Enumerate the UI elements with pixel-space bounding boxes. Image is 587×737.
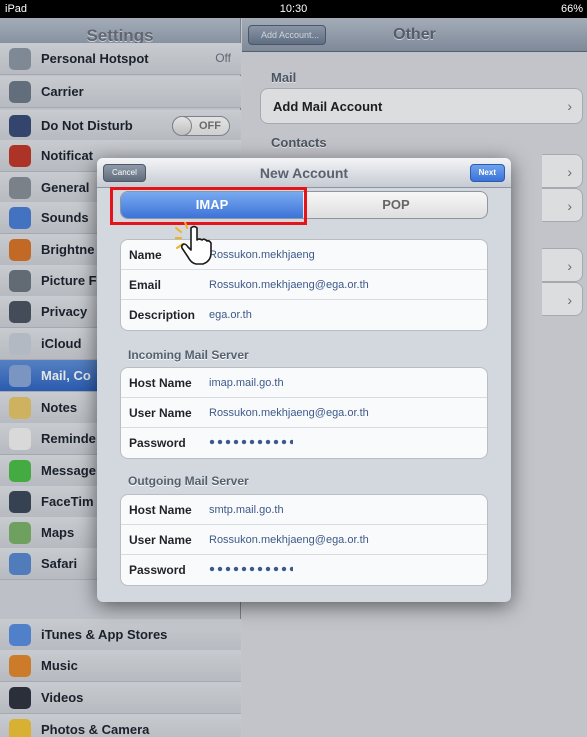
incoming-user-field[interactable]: Rossukon.mekhjaeng@ega.or.th: [209, 407, 369, 419]
description-row[interactable]: Description ega.or.th: [121, 300, 487, 330]
incoming-host-label: Host Name: [129, 376, 192, 390]
incoming-password-field[interactable]: [209, 439, 293, 445]
name-field[interactable]: Rossukon.mekhjaeng: [209, 249, 315, 261]
outgoing-host-field[interactable]: smtp.mail.go.th: [209, 504, 284, 516]
email-field[interactable]: Rossukon.mekhjaeng@ega.or.th: [209, 279, 369, 291]
incoming-host-field[interactable]: imap.mail.go.th: [209, 377, 284, 389]
pointer-hand-icon: [175, 222, 212, 265]
battery-level: 66%: [560, 3, 583, 15]
outgoing-host-label: Host Name: [129, 503, 192, 517]
description-field[interactable]: ega.or.th: [209, 309, 252, 321]
description-label: Description: [129, 308, 196, 322]
incoming-password-label: Password: [129, 436, 186, 450]
incoming-server-group: Host Name imap.mail.go.th User Name Ross…: [120, 367, 488, 459]
incoming-server-header: Incoming Mail Server: [128, 348, 249, 362]
modal-navbar: Cancel New Account Next: [97, 158, 511, 188]
name-label: Name: [129, 248, 162, 262]
outgoing-password-row[interactable]: Password: [121, 555, 487, 585]
outgoing-user-label: User Name: [129, 533, 192, 547]
outgoing-host-row[interactable]: Host Name smtp.mail.go.th: [121, 495, 487, 525]
incoming-user-row[interactable]: User Name Rossukon.mekhjaeng@ega.or.th: [121, 398, 487, 428]
incoming-host-row[interactable]: Host Name imap.mail.go.th: [121, 368, 487, 398]
incoming-password-row[interactable]: Password: [121, 428, 487, 458]
outgoing-server-group: Host Name smtp.mail.go.th User Name Ross…: [120, 494, 488, 586]
new-account-modal: Cancel New Account Next IMAP POP Name Ro…: [97, 158, 511, 602]
clock: 10:30: [279, 3, 308, 15]
pop-segment[interactable]: POP: [303, 192, 487, 218]
imap-highlight-box: [110, 187, 307, 225]
outgoing-server-header: Outgoing Mail Server: [128, 474, 249, 488]
incoming-user-label: User Name: [129, 406, 192, 420]
email-row[interactable]: Email Rossukon.mekhjaeng@ega.or.th: [121, 270, 487, 300]
next-button[interactable]: Next: [469, 164, 505, 182]
status-bar: iPad 10:30 66%: [0, 0, 587, 18]
outgoing-password-field[interactable]: [209, 566, 293, 572]
email-label: Email: [129, 278, 162, 292]
modal-title: New Account: [259, 165, 349, 181]
outgoing-user-field[interactable]: Rossukon.mekhjaeng@ega.or.th: [209, 534, 369, 546]
outgoing-password-label: Password: [129, 563, 186, 577]
outgoing-user-row[interactable]: User Name Rossukon.mekhjaeng@ega.or.th: [121, 525, 487, 555]
